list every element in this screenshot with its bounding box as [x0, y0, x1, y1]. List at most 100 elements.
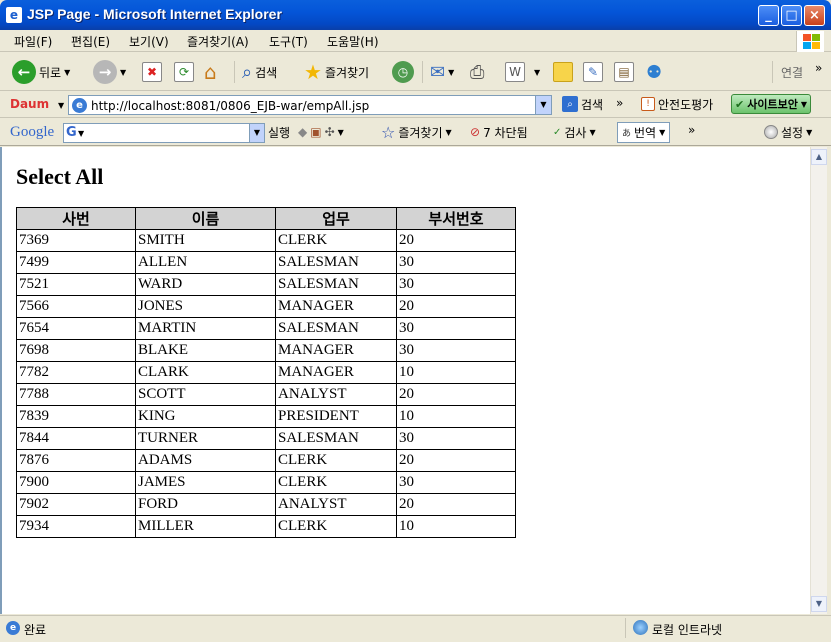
site-security-dropdown-icon: ▼	[800, 99, 807, 109]
translate-dropdown-icon: ▼	[659, 128, 666, 137]
google-g-dropdown-icon[interactable]: ▼	[78, 129, 84, 138]
toolbar-separator	[234, 61, 235, 83]
cell-deptno: 10	[396, 361, 516, 384]
cell-job: CLERK	[275, 515, 397, 538]
google-settings-button[interactable]: 설정 ▼	[764, 121, 812, 143]
scroll-down-arrow-icon[interactable]: ▼	[811, 596, 827, 612]
google-favorites-dropdown-icon: ▼	[445, 127, 452, 137]
edit-button[interactable]: W ▼	[505, 59, 540, 85]
stop-button[interactable]: ✖	[142, 59, 162, 85]
check-shield-icon: ✔	[735, 97, 745, 111]
toolbar-more-chevron[interactable]: »	[815, 55, 822, 81]
column-header-job: 업무	[275, 207, 397, 230]
cell-name: MARTIN	[135, 317, 276, 340]
favorites-button[interactable]: ★ 즐겨찾기	[304, 59, 369, 85]
cell-name: SMITH	[135, 229, 276, 252]
menu-edit[interactable]: 편집(E)	[71, 33, 110, 50]
cell-empno: 7900	[16, 471, 136, 494]
forward-button[interactable]: → ▼	[93, 59, 126, 85]
back-dropdown-icon[interactable]: ▼	[64, 68, 70, 77]
title-bar: e JSP Page - Microsoft Internet Explorer…	[0, 0, 831, 30]
note-button[interactable]	[553, 59, 573, 85]
spell-check-button[interactable]: ✓ 검사 ▼	[553, 121, 596, 143]
translate-button[interactable]: あ 번역 ▼	[617, 122, 671, 143]
address-dropdown-icon[interactable]: ▼	[535, 96, 551, 114]
cell-deptno: 20	[396, 449, 516, 472]
cell-job: CLERK	[275, 449, 397, 472]
table-row: 7902 FORD ANALYST 20	[16, 493, 516, 516]
popup-blocker-button[interactable]: ⊘ 7 차단됨	[470, 121, 528, 143]
google-more-chevron[interactable]: »	[688, 119, 695, 141]
edit-dropdown-icon[interactable]: ▼	[534, 68, 540, 77]
cell-empno: 7876	[16, 449, 136, 472]
cell-job: ANALYST	[275, 383, 397, 406]
cell-name: FORD	[135, 493, 276, 516]
refresh-button[interactable]: ⟳	[174, 59, 194, 85]
cell-name: CLARK	[135, 361, 276, 384]
address-search-label: 검색	[581, 97, 604, 112]
google-search-dropdown-icon[interactable]: ▼	[249, 124, 264, 142]
options-dropdown-icon: ▼	[337, 127, 344, 137]
google-options[interactable]: ◆ ▣ ✣ ▼	[298, 121, 344, 143]
address-more-chevron[interactable]: »	[616, 92, 623, 114]
search-button[interactable]: ⌕ 검색	[242, 59, 277, 85]
daum-dropdown-icon[interactable]: ▼	[58, 101, 64, 110]
history-button[interactable]: ◷	[392, 59, 414, 85]
star-outline-icon: ☆	[381, 122, 396, 142]
home-button[interactable]: ⌂	[204, 59, 217, 85]
messenger-button[interactable]: ✎	[583, 59, 603, 85]
table-row: 7782 CLARK MANAGER 10	[16, 361, 516, 384]
page-heading: Select All	[16, 164, 104, 189]
spell-check-icon: ✓	[553, 126, 562, 138]
close-button[interactable]: ×	[804, 5, 825, 26]
safety-rating-button[interactable]: ! 안전도평가	[641, 93, 713, 115]
security-zone-label: 로컬 인트라넷	[652, 623, 723, 637]
site-security-button[interactable]: ✔ 사이트보안 ▼	[731, 94, 811, 114]
print-button[interactable]: ⎙	[470, 59, 484, 85]
spell-check-label: 검사	[564, 125, 587, 140]
address-url[interactable]: http://localhost:8081/0806_EJB-war/empAl…	[91, 99, 369, 113]
scroll-up-arrow-icon[interactable]: ▲	[811, 149, 827, 165]
toolbar-separator	[772, 61, 773, 83]
google-search-input[interactable]: G ▼ ▼	[63, 123, 265, 143]
table-row: 7566 JONES MANAGER 20	[16, 295, 516, 318]
users-button[interactable]: ⚉	[646, 59, 662, 85]
popup-blocked-label: 7 차단됨	[483, 125, 528, 140]
ie-page-icon: e	[72, 98, 87, 113]
address-search-button[interactable]: ⌕ 검색	[562, 93, 603, 115]
daum-logo[interactable]: Daum	[10, 97, 49, 111]
menu-help[interactable]: 도움말(H)	[327, 33, 379, 50]
column-header-name: 이름	[135, 207, 276, 230]
minimize-button[interactable]: _	[758, 5, 779, 26]
search-label: 검색	[255, 65, 278, 80]
google-favorites-button[interactable]: ☆ 즐겨찾기 ▼	[381, 121, 452, 143]
mail-dropdown-icon[interactable]: ▼	[448, 68, 454, 77]
menu-tools[interactable]: 도구(T)	[269, 33, 308, 50]
employee-table-body: 7369 SMITH CLERK 20 7499 ALLEN SALESMAN 30 7521 W…	[16, 229, 516, 538]
vertical-scrollbar[interactable]: ▲ ▼	[810, 147, 827, 614]
cell-empno: 7782	[16, 361, 136, 384]
cell-deptno: 20	[396, 383, 516, 406]
employee-table: 사번 이름 업무 부서번호 7369 SMITH CLERK 20 7499 ALLEN S…	[16, 207, 516, 538]
maximize-button[interactable]: □	[781, 5, 802, 26]
address-input[interactable]: e http://localhost:8081/0806_EJB-war/emp…	[68, 95, 552, 115]
cell-name: WARD	[135, 273, 276, 296]
translate-icon: あ	[622, 129, 632, 139]
mail-button[interactable]: ✉ ▼	[430, 59, 454, 85]
cell-empno: 7566	[16, 295, 136, 318]
menu-favorites[interactable]: 즐겨찾기(A)	[187, 33, 249, 50]
forward-dropdown-icon[interactable]: ▼	[120, 68, 126, 77]
table-header-row: 사번 이름 업무 부서번호	[16, 207, 516, 230]
back-button[interactable]: ← 뒤로 ▼	[12, 59, 70, 85]
google-run-button[interactable]: 실행	[268, 121, 290, 143]
cell-empno: 7839	[16, 405, 136, 428]
research-button[interactable]: ▤	[614, 59, 634, 85]
ie-page-icon: e	[6, 7, 22, 23]
book-icon: ▤	[614, 62, 634, 82]
google-toolbar: Google G ▼ ▼ 실행 ◆ ▣ ✣ ▼ ☆ 즐겨찾기 ▼ ⊘ 7 차단됨…	[0, 119, 831, 146]
google-logo[interactable]: Google	[10, 124, 54, 141]
menu-view[interactable]: 보기(V)	[129, 33, 169, 50]
menu-file[interactable]: 파일(F)	[14, 33, 52, 50]
table-row: 7934 MILLER CLERK 10	[16, 515, 516, 538]
column-header-empno: 사번	[16, 207, 136, 230]
